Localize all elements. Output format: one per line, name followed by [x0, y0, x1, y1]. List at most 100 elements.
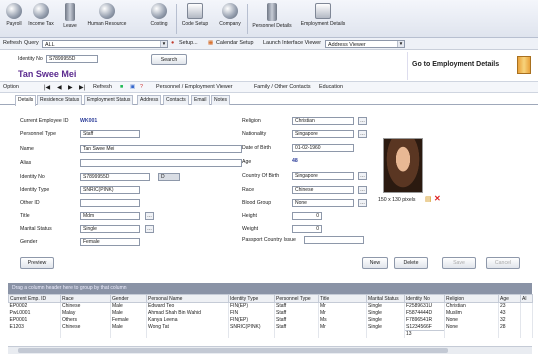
column-header[interactable]: Religion [444, 294, 499, 303]
alias-field[interactable] [80, 159, 242, 167]
new-button[interactable]: New [362, 257, 388, 269]
column-header[interactable]: Identity Type [228, 294, 275, 303]
options-menu[interactable]: Option [3, 84, 19, 90]
grid-horizontal-scrollbar[interactable] [8, 346, 532, 354]
date-of-birth-picker[interactable]: 01-02-1960 [292, 144, 354, 152]
save-button[interactable]: Save [442, 257, 476, 269]
title-label: Title [20, 213, 30, 219]
search-button[interactable]: Search [151, 54, 187, 65]
column-header[interactable]: Marital Status [366, 294, 405, 303]
company-button[interactable]: Company [216, 2, 244, 36]
column-header[interactable]: Al [520, 294, 533, 303]
blood-group-label: Blood Group [242, 200, 272, 206]
personnel-details-button[interactable]: Personnel Details [250, 2, 294, 36]
passport-country-select[interactable] [304, 236, 364, 244]
religion-lookup-button[interactable]: … [358, 117, 367, 125]
payroll-button[interactable]: Payroll [4, 2, 24, 36]
leave-button[interactable]: Leave [60, 2, 80, 36]
nationality-select[interactable]: Singapore [292, 130, 354, 138]
column-header[interactable]: Personnel Type [274, 294, 319, 303]
delete-button[interactable]: Delete [394, 257, 428, 269]
weight-field[interactable]: 0 [292, 225, 322, 233]
tab-details[interactable]: Details [15, 95, 37, 106]
education-link[interactable]: Education [319, 84, 343, 90]
calendar-setup-link[interactable]: Calendar Setup [216, 40, 253, 46]
gender-select[interactable]: Female [80, 238, 140, 246]
tab-address[interactable]: Address [137, 95, 162, 105]
title-lookup-button[interactable]: … [145, 212, 154, 220]
other-id-field[interactable] [80, 199, 140, 207]
column-header[interactable]: Age [498, 294, 521, 303]
height-field[interactable]: 0 [292, 212, 322, 220]
query-select[interactable]: ALL ▼ [42, 40, 168, 48]
race-select[interactable]: Chinese [292, 186, 354, 194]
group-by-area[interactable]: Drag a column header here to group by th… [8, 283, 532, 294]
employment-details-button[interactable]: Employment Details [297, 2, 349, 36]
nationality-lookup-button[interactable]: … [358, 130, 367, 138]
leave-label: Leave [63, 23, 77, 29]
company-label: Company [219, 21, 241, 27]
record-navigation-bar: Option |◀ ◀ ▶ ▶| Refresh ■ ▣ ? Personnel… [0, 81, 538, 93]
tab-notes[interactable]: Notes [211, 95, 231, 105]
identity-no-field[interactable]: S7899955D [80, 173, 150, 181]
cell [520, 323, 533, 331]
country-lookup-button[interactable]: … [358, 172, 367, 180]
cell: EP0002 [8, 302, 61, 310]
column-header[interactable]: Title [318, 294, 367, 303]
viewer-select[interactable]: Address Viewer ▼ [325, 40, 405, 48]
refresh-link[interactable]: Refresh [3, 40, 22, 46]
human-resource-button[interactable]: Human Resource [84, 2, 130, 36]
family-contacts-link[interactable]: Family / Other Contacts [254, 84, 311, 90]
code-setup-button[interactable]: Code Setup [180, 2, 210, 36]
goto-employment-details[interactable]: Go to Employment Details [407, 52, 537, 80]
personnel-viewer-link[interactable]: Personnel / Employment Viewer [156, 84, 233, 90]
table-row[interactable]: E1203 Chinese Male Wong Tat SNRIC(PINK) Staff… [8, 323, 533, 331]
column-header[interactable]: Identity No [404, 294, 445, 303]
refresh-button[interactable]: Refresh [93, 84, 112, 90]
first-record-icon[interactable]: |◀ [44, 84, 50, 91]
identity-type-select[interactable]: SNRIC(PINK) [80, 186, 140, 194]
prev-record-icon[interactable]: ◀ [57, 84, 62, 91]
column-header[interactable]: Personal Name [146, 294, 229, 303]
cell: SNRIC(PINK) [228, 323, 275, 331]
height-label: Height [242, 213, 257, 219]
employee-grid: Current Emp. ID Race Gender Personal Nam… [8, 294, 533, 338]
tab-email[interactable]: Email [191, 95, 210, 105]
marital-status-select[interactable]: Single [80, 225, 140, 233]
cancel-button[interactable]: Cancel [486, 257, 520, 269]
tab-residence-status[interactable]: Residence Status [37, 95, 83, 105]
name-field[interactable]: Tan Swee Mei [80, 145, 242, 153]
help-icon[interactable]: ? [140, 84, 143, 90]
preview-button[interactable]: Preview [20, 257, 54, 269]
setup-link[interactable]: Setup... [179, 40, 198, 46]
blood-group-select[interactable]: None [292, 199, 354, 207]
cell: Male [110, 302, 147, 310]
column-header[interactable]: Current Emp. ID [8, 294, 61, 303]
browse-photo-icon[interactable]: ▤ [425, 195, 432, 203]
blood-group-lookup-button[interactable]: … [358, 199, 367, 207]
scrollbar-thumb[interactable] [18, 348, 448, 353]
religion-select[interactable]: Christian [292, 117, 354, 125]
table-row[interactable]: PwL0001 Malay Male Ahmad Shah Bin Wahid FIN S… [8, 309, 533, 317]
costing-button[interactable]: Costing [146, 2, 172, 36]
last-record-icon[interactable]: ▶| [79, 84, 85, 91]
table-row[interactable]: EP0001 Others Female Kanya Leena FIN(EP) Staf… [8, 316, 533, 324]
tab-contacts[interactable]: Contacts [163, 95, 189, 105]
race-lookup-button[interactable]: … [358, 186, 367, 194]
table-row[interactable]: EP0002 Chinese Male Edward Teo FIN(EP) Staff M… [8, 302, 533, 310]
delete-photo-icon[interactable]: ✕ [434, 194, 441, 203]
save-icon[interactable]: ■ [120, 84, 123, 90]
print-icon[interactable]: ▣ [130, 84, 135, 90]
cell: Male [110, 309, 147, 317]
personnel-type-select[interactable]: Staff [80, 130, 140, 138]
country-of-birth-select[interactable]: Singapore [292, 172, 354, 180]
marital-status-lookup-button[interactable]: … [145, 225, 154, 233]
income-tax-button[interactable]: Income Tax [26, 2, 56, 36]
tab-employment-status[interactable]: Employment Status [84, 95, 134, 105]
title-select[interactable]: Mdm [80, 212, 140, 220]
employee-photo[interactable] [383, 138, 423, 193]
next-record-icon[interactable]: ▶ [68, 84, 73, 91]
identity-search-input[interactable]: S7899955D [46, 55, 98, 63]
column-header[interactable]: Race [60, 294, 111, 303]
column-header[interactable]: Gender [110, 294, 147, 303]
